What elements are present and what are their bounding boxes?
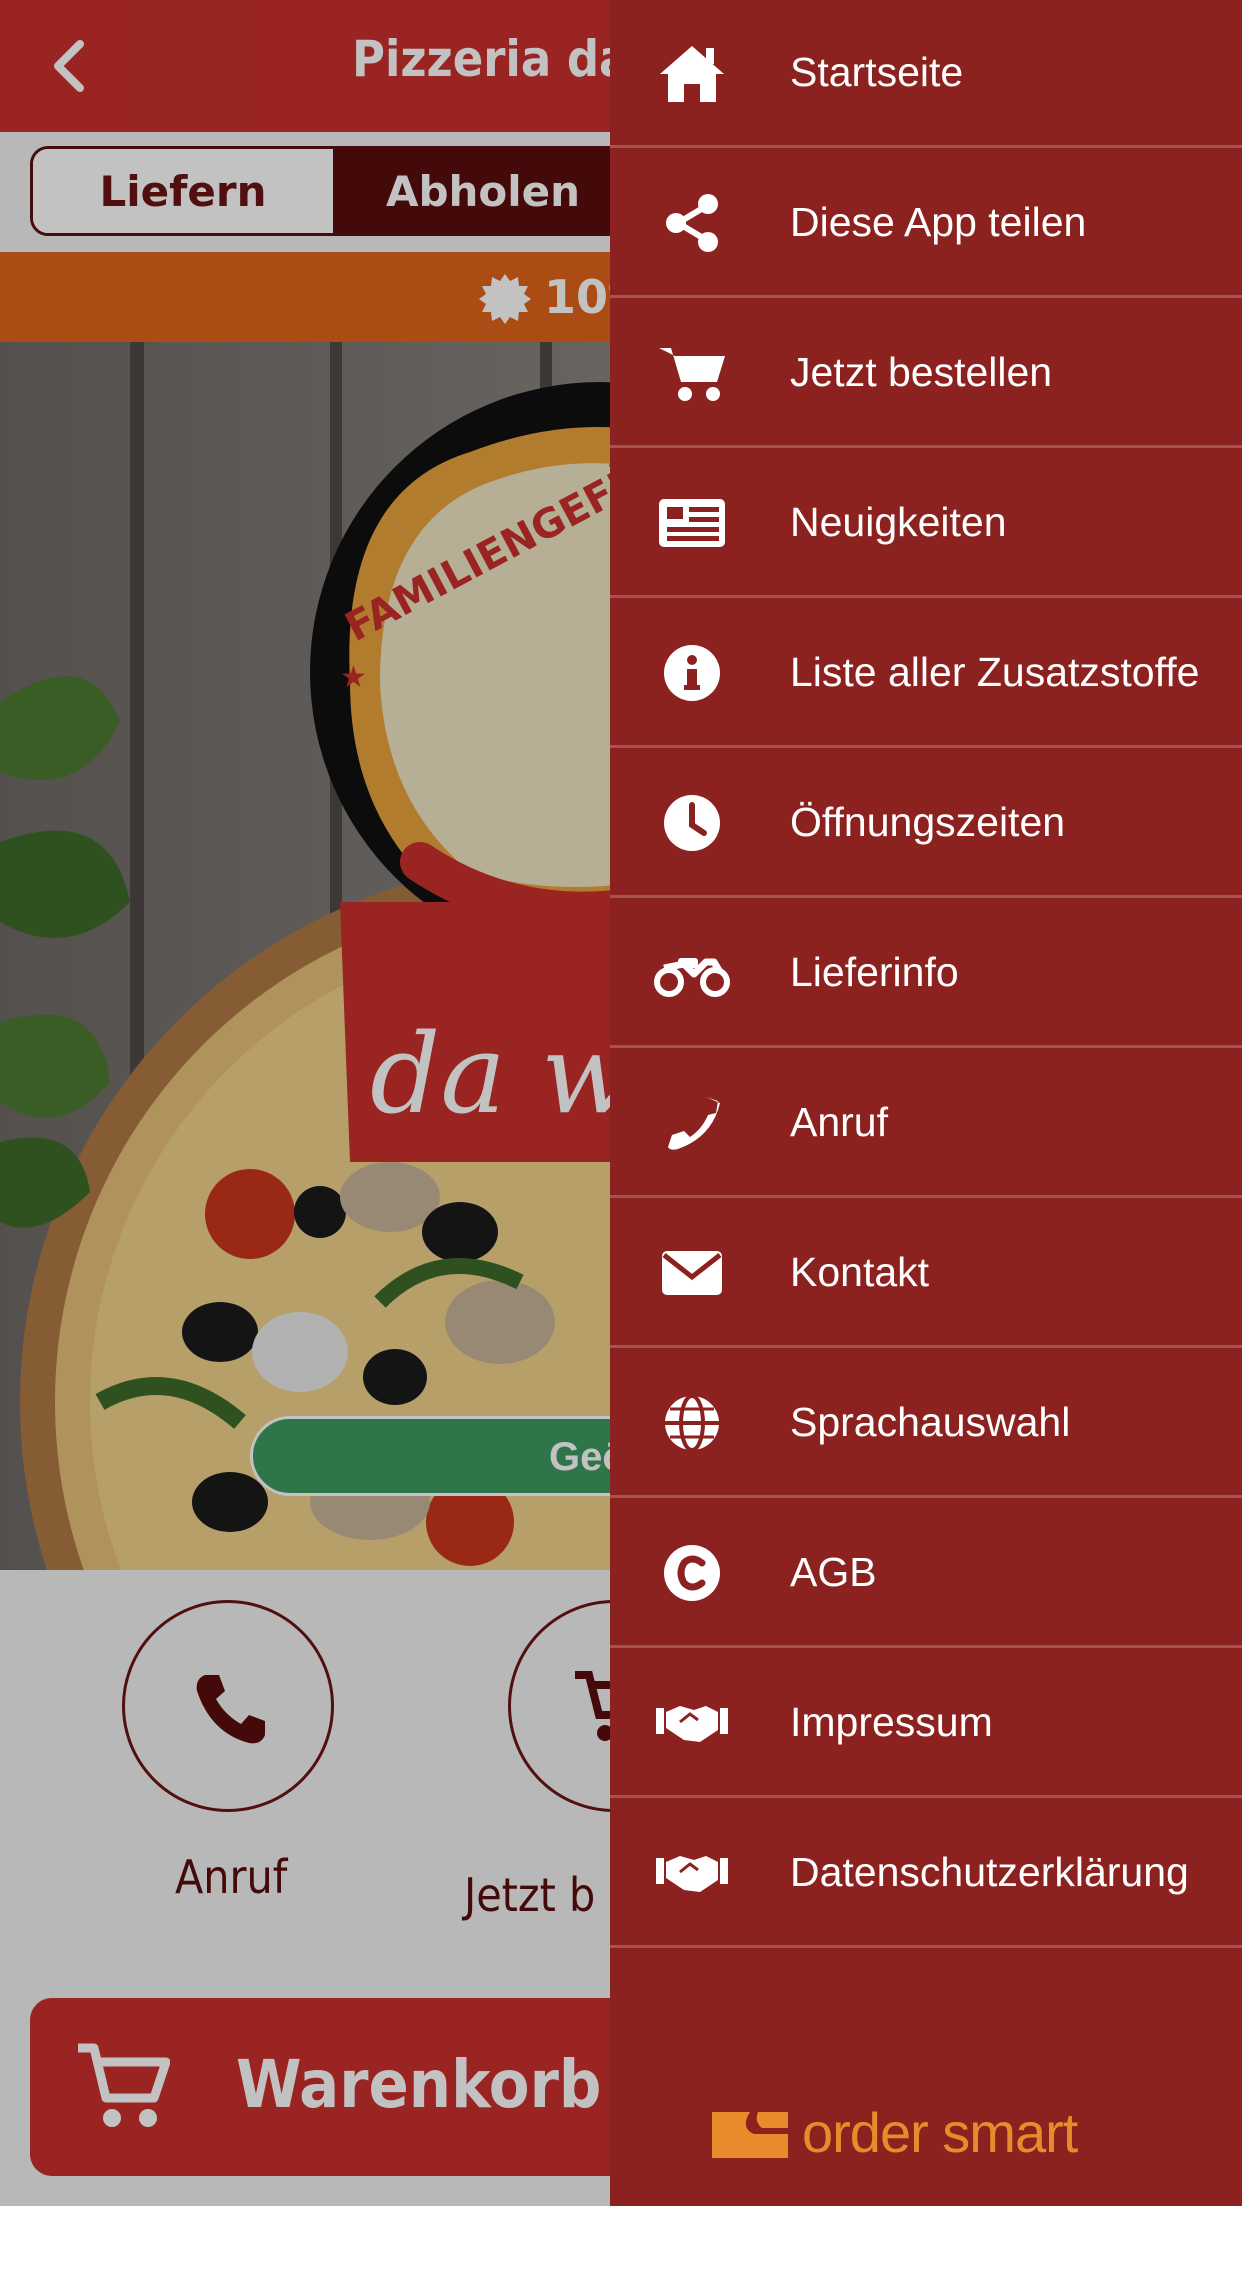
- envelope-icon: [650, 1231, 734, 1315]
- menu-label: Lieferinfo: [790, 949, 959, 995]
- menu-item-lieferinfo[interactable]: Lieferinfo: [610, 900, 1242, 1048]
- order-smart-wordmark: order smart: [802, 2101, 1078, 2164]
- menu-item-app-teilen[interactable]: Diese App teilen: [610, 150, 1242, 298]
- handshake-icon: [650, 1681, 734, 1765]
- menu-label: Diese App teilen: [790, 199, 1087, 245]
- phone-icon: [650, 1081, 734, 1165]
- motorcycle-icon: [650, 931, 734, 1015]
- menu-label: Impressum: [790, 1699, 993, 1745]
- menu-item-zusatzstoffe[interactable]: Liste aller Zusatzstoffe: [610, 600, 1242, 748]
- order-smart-logo-mark: [712, 2112, 788, 2158]
- cart-icon: [650, 331, 734, 415]
- bottom-safe-area: [0, 2206, 1242, 2271]
- menu-item-kontakt[interactable]: Kontakt: [610, 1200, 1242, 1348]
- menu-item-agb[interactable]: AGB: [610, 1500, 1242, 1648]
- handshake-icon: [650, 1831, 734, 1915]
- menu-item-impressum[interactable]: Impressum: [610, 1650, 1242, 1798]
- menu-item-datenschutz[interactable]: Datenschutzerklärung: [610, 1800, 1242, 1948]
- menu-label: Jetzt bestellen: [790, 349, 1053, 395]
- side-drawer-menu: Startseite Diese App teilen Jetzt bestel…: [610, 0, 1242, 2206]
- menu-item-sprachauswahl[interactable]: Sprachauswahl: [610, 1350, 1242, 1498]
- info-icon: [650, 631, 734, 715]
- clock-icon: [650, 781, 734, 865]
- menu-label: Startseite: [790, 49, 964, 95]
- home-icon: [650, 31, 734, 115]
- menu-item-neuigkeiten[interactable]: Neuigkeiten: [610, 450, 1242, 598]
- menu-label: Anruf: [790, 1099, 888, 1145]
- order-smart-logo: order smart: [710, 2100, 1130, 2170]
- menu-item-oeffnungszeiten[interactable]: Öffnungszeiten: [610, 750, 1242, 898]
- menu-label: Datenschutzerklärung: [790, 1849, 1189, 1895]
- menu-label: Kontakt: [790, 1249, 930, 1295]
- globe-icon: [650, 1381, 734, 1465]
- share-icon: [650, 181, 734, 265]
- copyright-icon: [650, 1531, 734, 1615]
- menu-item-jetzt-bestellen[interactable]: Jetzt bestellen: [610, 300, 1242, 448]
- menu-label: Liste aller Zusatzstoffe: [790, 649, 1200, 695]
- news-icon: [650, 481, 734, 565]
- menu-label: AGB: [790, 1549, 877, 1595]
- menu-item-startseite[interactable]: Startseite: [610, 0, 1242, 148]
- menu-label: Neuigkeiten: [790, 499, 1007, 545]
- menu-label: Sprachauswahl: [790, 1399, 1071, 1445]
- menu-label: Öffnungszeiten: [790, 799, 1066, 845]
- menu-item-anruf[interactable]: Anruf: [610, 1050, 1242, 1198]
